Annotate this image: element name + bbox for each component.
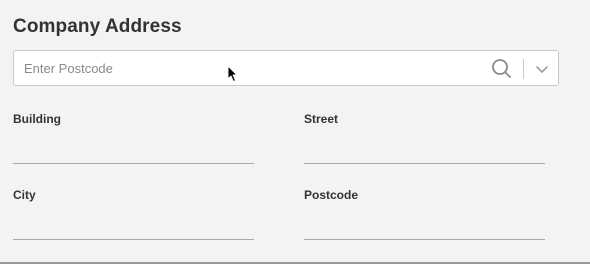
chevron-down-icon — [536, 66, 548, 73]
city-input[interactable] — [13, 218, 254, 240]
street-label: Street — [304, 112, 339, 126]
lookup-divider — [523, 59, 524, 79]
postcode-lookup — [13, 50, 559, 86]
section-title: Company Address — [13, 16, 182, 37]
building-label: Building — [13, 112, 61, 126]
postcode-label: Postcode — [304, 188, 359, 202]
building-input[interactable] — [13, 142, 254, 164]
search-icon — [492, 59, 511, 78]
dropdown-button[interactable] — [532, 59, 552, 79]
postcode-input[interactable] — [304, 218, 545, 240]
search-button[interactable] — [490, 57, 514, 79]
mouse-pointer-icon — [227, 65, 238, 82]
city-label: City — [13, 188, 36, 202]
street-input[interactable] — [304, 142, 545, 164]
postcode-search-input[interactable] — [14, 51, 484, 85]
